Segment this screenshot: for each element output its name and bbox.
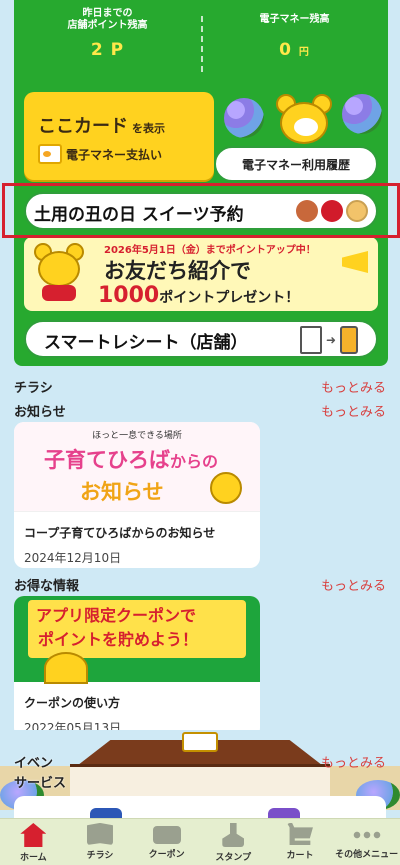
news-card-date: 2024年12月10日 bbox=[24, 551, 122, 565]
sweets-images bbox=[296, 200, 368, 222]
news-more-link[interactable]: もっとみる bbox=[321, 401, 386, 420]
hydrangea-icon bbox=[342, 94, 382, 134]
more-icon bbox=[351, 831, 382, 839]
home-icon bbox=[20, 823, 47, 847]
news-headline: 子育てひろばからの bbox=[44, 444, 218, 474]
emoney-balance-label: 電子マネー残高 bbox=[259, 14, 330, 25]
deal-headline-1: アプリ限定クーポンで bbox=[36, 606, 197, 625]
nav-stamp-label: スタンプ bbox=[215, 853, 252, 863]
smartphone-icon bbox=[340, 326, 358, 354]
stamp-icon bbox=[222, 823, 245, 847]
news-kicker: ほっと一息できる場所 bbox=[92, 431, 182, 441]
referral-points: 1000 bbox=[98, 283, 160, 308]
deal-card[interactable]: アプリ限定クーポンで ポイントを貯めよう！ クーポンの使い方 2022年05月1… bbox=[14, 596, 260, 738]
coupon-icon bbox=[152, 826, 181, 844]
nav-home[interactable]: ホーム bbox=[1, 819, 65, 863]
rose-icon bbox=[321, 200, 343, 222]
deal-card-title: クーポンの使い方 bbox=[24, 696, 121, 710]
smart-receipt-label: スマートレシート（店舗） bbox=[44, 333, 248, 353]
store-points-label: 昨日までの 店舗ポイント残高 bbox=[67, 8, 148, 31]
receipt-icon bbox=[299, 326, 322, 354]
top-panel: 昨日までの 店舗ポイント残高 2 P 電子マネー残高 0 円 ここカード を表示 … bbox=[14, 0, 388, 366]
service-section-title: サービス bbox=[14, 776, 67, 791]
emoney-balance-value: 0 円 bbox=[201, 40, 388, 60]
referral-reward: 1000ポイントプレゼント！ bbox=[98, 283, 299, 308]
emoney-balance-number: 0 bbox=[279, 40, 292, 60]
coco-card-title: ここカード を表示 bbox=[38, 112, 165, 138]
nav-stamp[interactable]: スタンプ bbox=[201, 819, 265, 863]
nav-other-menu-label: その他メニュー bbox=[335, 850, 399, 860]
deal-card-image: アプリ限定クーポンで ポイントを貯めよう！ bbox=[14, 596, 260, 684]
flyer-section-title: チラシ bbox=[14, 381, 53, 396]
bottom-navigation: ホーム チラシ クーポン スタンプ カート その他メニュー bbox=[0, 818, 400, 865]
deals-more-link[interactable]: もっとみる bbox=[321, 575, 386, 594]
referral-period: 2026年5月1日（金）までポイントアップ中！ bbox=[104, 245, 316, 256]
store-logo-icon bbox=[182, 732, 218, 752]
emoney-history-button[interactable]: 電子マネー利用履歴 bbox=[214, 146, 378, 182]
referral-headline: お友だち紹介で bbox=[104, 259, 251, 283]
referral-reward-text: ポイントプレゼント！ bbox=[159, 290, 300, 306]
coco-card-suffix: を表示 bbox=[132, 122, 165, 135]
sweets-reservation-banner[interactable]: 土用の丑の日 スイーツ予約 bbox=[24, 192, 378, 230]
arrow-icon: ➜ bbox=[325, 333, 336, 347]
event-more-link[interactable]: もっとみる bbox=[321, 752, 386, 771]
news-headline-main: 子育てひろば bbox=[44, 448, 170, 472]
nav-coupon[interactable]: クーポン bbox=[135, 819, 199, 860]
nav-flyer[interactable]: チラシ bbox=[68, 819, 132, 861]
news-card-image: ほっと一息できる場所 子育てひろばからの お知らせ bbox=[14, 422, 260, 512]
nav-other-menu[interactable]: その他メニュー bbox=[335, 819, 399, 860]
emoney-balance: 電子マネー残高 0 円 bbox=[201, 8, 388, 60]
news-card-title: コープ子育てひろばからのお知らせ bbox=[24, 526, 216, 540]
megaphone-icon bbox=[342, 251, 368, 273]
bear-mascot-icon bbox=[276, 94, 332, 144]
flyer-icon bbox=[86, 823, 113, 845]
smart-receipt-button[interactable]: スマートレシート（店舗） ➜ bbox=[24, 320, 378, 358]
store-points-unit: P bbox=[110, 40, 125, 60]
cart-icon bbox=[286, 823, 313, 845]
nav-home-label: ホーム bbox=[19, 853, 47, 863]
bear-mascot-icon bbox=[44, 652, 88, 684]
receipt-images: ➜ bbox=[299, 326, 358, 354]
cake-icon bbox=[296, 200, 318, 222]
points-summary: 昨日までの 店舗ポイント残高 2 P 電子マネー残高 0 円 bbox=[14, 8, 388, 78]
news-headline-sub: お知らせ bbox=[80, 480, 164, 504]
show-coco-card-button[interactable]: ここカード を表示 電子マネー支払い bbox=[24, 92, 214, 180]
store-points: 昨日までの 店舗ポイント残高 2 P bbox=[14, 8, 201, 60]
bear-mascot-icon bbox=[32, 243, 86, 303]
nav-cart[interactable]: カート bbox=[268, 819, 332, 861]
nav-coupon-label: クーポン bbox=[148, 850, 185, 860]
flyer-more-link[interactable]: もっとみる bbox=[321, 377, 386, 396]
emoney-balance-unit: 円 bbox=[298, 47, 310, 58]
hydrangea-icon bbox=[224, 98, 264, 138]
card-icon bbox=[38, 144, 62, 164]
event-section-title: イベン bbox=[14, 756, 54, 771]
nav-cart-label: カート bbox=[286, 851, 314, 861]
news-section-title: お知らせ bbox=[14, 405, 66, 420]
deals-section-title: お得な情報 bbox=[14, 579, 80, 594]
emoney-pay-row: 電子マネー支払い bbox=[38, 144, 162, 164]
news-card[interactable]: ほっと一息できる場所 子育てひろばからの お知らせ コープ子育てひろばからのお知… bbox=[14, 422, 260, 568]
bear-mascot-icon bbox=[210, 472, 242, 504]
emoney-pay-label: 電子マネー支払い bbox=[66, 147, 163, 162]
store-points-value: 2 P bbox=[14, 40, 201, 60]
store-points-number: 2 bbox=[90, 40, 104, 60]
friend-referral-banner[interactable]: 2026年5月1日（金）までポイントアップ中！ お友だち紹介で 1000ポイント… bbox=[24, 237, 378, 311]
cheesecake-icon bbox=[346, 200, 368, 222]
deal-headline-2: ポイントを貯めよう！ bbox=[38, 630, 199, 649]
nav-flyer-label: チラシ bbox=[86, 851, 114, 861]
sweets-banner-label: 土用の丑の日 スイーツ予約 bbox=[34, 205, 244, 225]
news-headline-suffix: からの bbox=[170, 452, 219, 471]
mascot-illustration bbox=[224, 92, 384, 148]
coco-card-name: ここカード bbox=[38, 116, 128, 137]
